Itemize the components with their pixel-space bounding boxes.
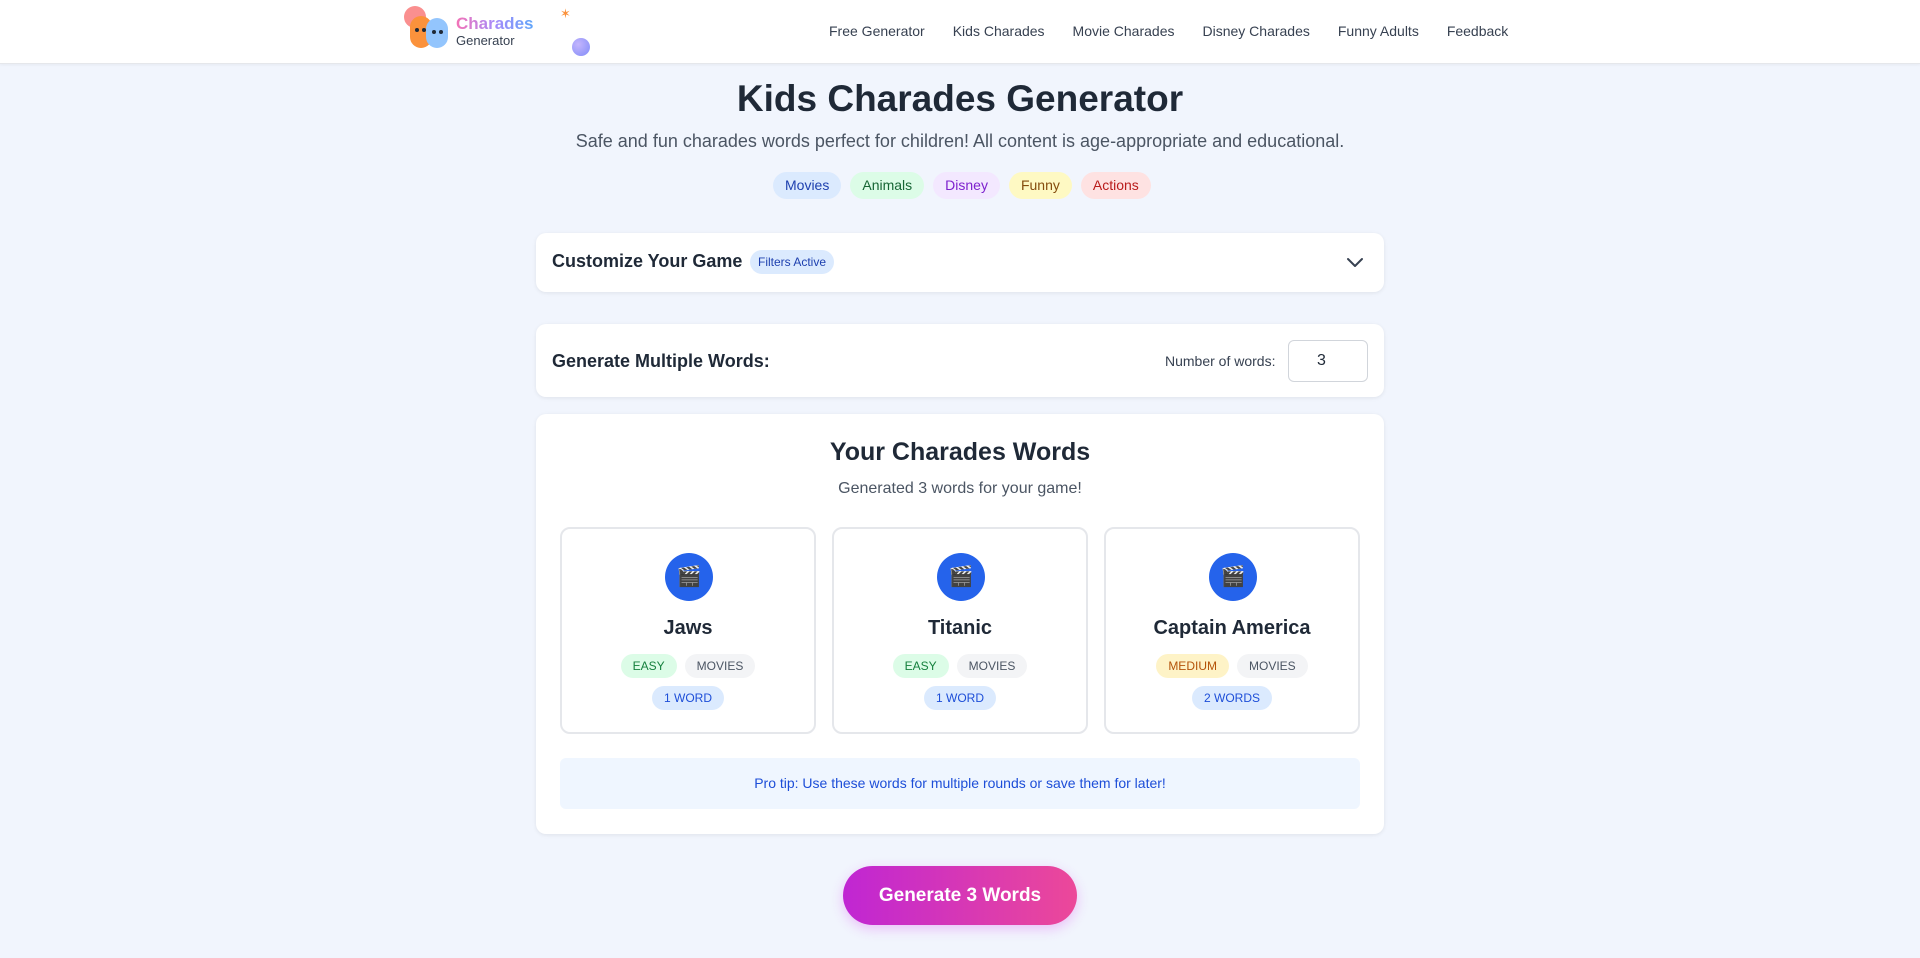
word-badges: EASY MOVIES (562, 654, 814, 678)
nav-feedback[interactable]: Feedback (1447, 23, 1508, 39)
difficulty-badge: EASY (892, 654, 949, 678)
word-length-row: 1 WORD (562, 686, 814, 710)
word-card[interactable]: 🎬 Titanic EASY MOVIES 1 WORD (832, 527, 1088, 734)
category-badge: MOVIES (956, 654, 1028, 678)
main-nav: Free Generator Kids Charades Movie Chara… (829, 23, 1508, 39)
tag-movies: Movies (773, 172, 842, 199)
word-badges: EASY MOVIES (834, 654, 1086, 678)
category-badge: MOVIES (1236, 654, 1308, 678)
results-title: Your Charades Words (829, 438, 1091, 466)
category-tags: Movies Animals Disney Funny Actions (773, 172, 1151, 199)
pro-tip: Pro tip: Use these words for multiple ro… (560, 758, 1360, 809)
clapperboard-icon: 🎬 (665, 553, 713, 601)
customize-panel-toggle[interactable]: Customize Your Game Filters Active (536, 233, 1384, 292)
word-card[interactable]: 🎬 Captain America MEDIUM MOVIES 2 WORDS (1104, 527, 1360, 734)
difficulty-badge: EASY (620, 654, 677, 678)
results-panel: Your Charades Words Generated 3 words fo… (536, 414, 1384, 834)
page-title: Kids Charades Generator (736, 78, 1184, 119)
clapperboard-icon: 🎬 (1209, 553, 1257, 601)
number-of-words-input[interactable] (1288, 340, 1368, 382)
bubble-icon (572, 38, 590, 56)
chevron-down-icon[interactable] (1346, 253, 1364, 271)
filters-active-badge: Filters Active (750, 250, 835, 274)
word-count-badge: 1 WORD (924, 686, 996, 710)
word-count-badge: 2 WORDS (1191, 686, 1272, 710)
number-of-words-label: Number of words: (1165, 353, 1276, 369)
nav-funny-adults[interactable]: Funny Adults (1338, 23, 1419, 39)
page-subtitle: Safe and fun charades words perfect for … (575, 131, 1345, 151)
results-subtitle: Generated 3 words for your game! (838, 480, 1082, 497)
word-badges: MEDIUM MOVIES (1106, 654, 1358, 678)
customize-title: Customize Your Game (552, 251, 743, 271)
multiple-words-panel: Generate Multiple Words: Number of words… (536, 324, 1384, 397)
site-header: Charades Generator ✶ Free Generator Kids… (0, 0, 1920, 64)
tag-disney: Disney (933, 172, 1000, 199)
nav-kids-charades[interactable]: Kids Charades (953, 23, 1045, 39)
clapperboard-icon: 🎬 (937, 553, 985, 601)
tag-actions: Actions (1080, 172, 1151, 199)
multiple-words-title: Generate Multiple Words: (552, 351, 770, 371)
nav-disney-charades[interactable]: Disney Charades (1202, 23, 1309, 39)
category-badge: MOVIES (684, 654, 756, 678)
word-card[interactable]: 🎬 Jaws EASY MOVIES 1 WORD (560, 527, 816, 734)
word-text: Titanic (927, 617, 993, 639)
nav-free-generator[interactable]: Free Generator (829, 23, 925, 39)
word-text: Captain America (1153, 617, 1311, 639)
word-text: Jaws (663, 617, 713, 639)
nav-movie-charades[interactable]: Movie Charades (1073, 23, 1175, 39)
difficulty-badge: MEDIUM (1156, 654, 1229, 678)
word-length-row: 1 WORD (834, 686, 1086, 710)
logo-title: Charades (456, 14, 534, 33)
star-icon: ✶ (560, 6, 571, 21)
site-logo[interactable]: Charades Generator ✶ (404, 6, 594, 58)
word-count-badge: 1 WORD (652, 686, 724, 710)
logo-subtitle: Generator (456, 33, 515, 48)
logo-character-blue (426, 18, 448, 48)
tag-funny: Funny (1008, 172, 1072, 199)
generate-words-button[interactable]: Generate 3 Words (843, 866, 1077, 925)
tag-animals: Animals (850, 172, 925, 199)
word-length-row: 2 WORDS (1106, 686, 1358, 710)
